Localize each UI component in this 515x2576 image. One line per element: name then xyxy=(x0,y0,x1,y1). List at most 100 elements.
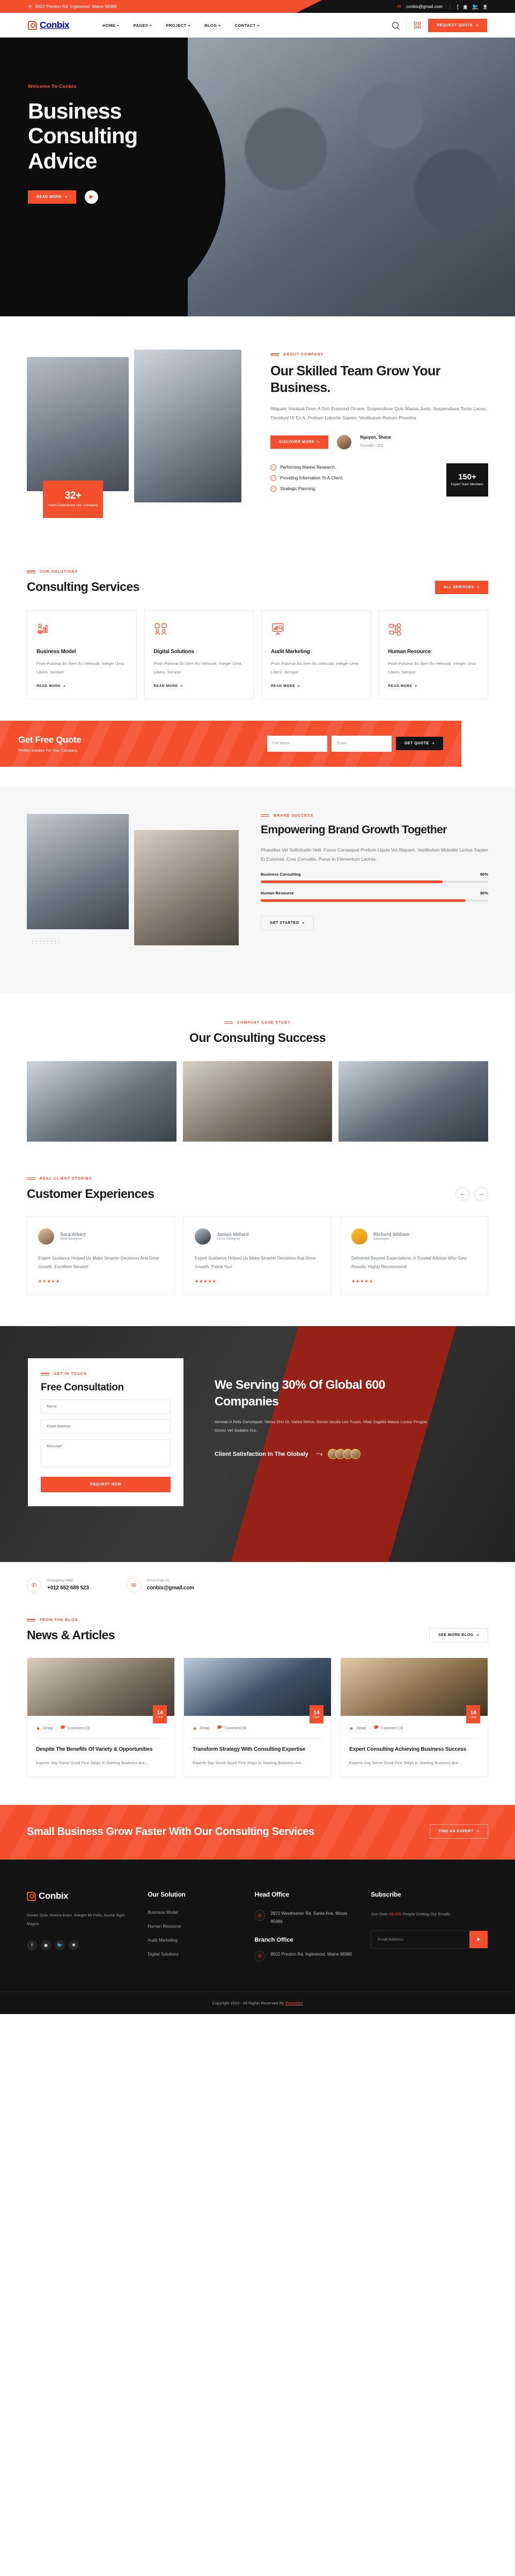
blog-card[interactable]: 14 FEB ☻ Oriwp 🗩 Comment (0) Despite The B… xyxy=(27,1657,175,1777)
footer-link-human-resource[interactable]: Human Resource xyxy=(148,1924,241,1929)
about-check-list: ✓ Performing Market Research. ✓ Providing … xyxy=(270,464,343,497)
footer-link-digital-solutions[interactable]: Digital Solutions xyxy=(148,1952,241,1957)
hero-photo xyxy=(188,38,515,316)
blog-post-title[interactable]: Expert Consulting Achieving Business Suc… xyxy=(349,1745,479,1754)
about-section: 32+ Years Experience Our Company ABOUT C… xyxy=(27,316,488,551)
nav-item-home[interactable]: HOME + xyxy=(102,23,119,28)
blog-post-title[interactable]: Transform Strategy With Consulting Exper… xyxy=(193,1745,322,1754)
get-started-button[interactable]: GET STARTED » xyxy=(261,915,314,930)
instagram-icon[interactable]: ◉ xyxy=(41,1940,51,1950)
blog-post-title[interactable]: Despite The Benefits Of Variety & Opport… xyxy=(36,1745,166,1754)
chart-board-icon xyxy=(272,623,284,635)
skill-header: Human Resource 90% xyxy=(261,891,488,895)
nav-item-blog[interactable]: BLOG + xyxy=(204,23,221,28)
topbar-email-text[interactable]: conbix@gmail.com xyxy=(406,4,443,9)
facebook-icon[interactable]: f xyxy=(27,1940,37,1950)
blog-author-name: Oriwp xyxy=(356,1726,366,1730)
service-card[interactable]: Audit Marketing Proin Pulvinar Eu Sem Eu… xyxy=(261,610,371,699)
footer-link-audit-marketing[interactable]: Audit Marketing xyxy=(148,1938,241,1943)
discover-more-button[interactable]: DISCOVER MORE » xyxy=(270,435,329,449)
footer-link-business-model[interactable]: Business Model xyxy=(148,1910,241,1915)
envelope-icon: ✉ xyxy=(126,1578,141,1593)
site-logo[interactable]: Conbix xyxy=(28,20,70,31)
dribbble-icon[interactable]: ✾ xyxy=(69,1940,79,1950)
dribbble-icon[interactable]: ✾ xyxy=(483,4,487,9)
find-an-expert-button[interactable]: FIND AN EXPERT » xyxy=(429,1824,488,1839)
service-read-more[interactable]: READ MORE» xyxy=(154,684,245,688)
avatar xyxy=(351,1228,367,1245)
blog-day: 14 xyxy=(313,1709,320,1716)
request-now-button[interactable]: REQUEST NOW xyxy=(41,1477,171,1493)
founder-info: Nguyen, Shane Founder CEO xyxy=(360,435,391,449)
testimonials-eyebrow-text: REAL CLIENT STORIES xyxy=(40,1176,92,1181)
case-item[interactable] xyxy=(339,1061,488,1142)
instagram-icon[interactable]: ◉ xyxy=(463,4,467,9)
consultation-message-input[interactable] xyxy=(41,1439,171,1468)
blog-card[interactable]: 14 FEB ☻ Oriwp 🗩 Comment (0) Expert Consul… xyxy=(340,1657,488,1777)
carousel-prev-button[interactable]: ← xyxy=(455,1187,469,1201)
footer-solutions-title: Our Solution xyxy=(148,1891,186,1899)
quote-fullname-input[interactable] xyxy=(267,735,327,752)
blog-comments: 🗩 Comment (0) xyxy=(374,1724,403,1732)
service-text: Proin Pulvinar Eu Sem Eu Vehicula. Integ… xyxy=(153,661,241,675)
service-read-more[interactable]: READ MORE» xyxy=(271,684,362,688)
search-icon[interactable] xyxy=(392,22,399,28)
email-value[interactable]: conbix@gmail.com xyxy=(147,1585,194,1591)
blog-meta: ☻ Oriwp 🗩 Comment (0) xyxy=(193,1724,322,1739)
twitter-icon[interactable]: 🐦 xyxy=(55,1940,65,1950)
quote-email-input[interactable] xyxy=(331,735,392,752)
carousel-arrows: ← → xyxy=(455,1187,488,1201)
service-card[interactable]: Digital Solutions Proin Pulvinar Eu Sem … xyxy=(144,610,254,699)
quote-title: Get Free Quote xyxy=(18,734,82,745)
service-card[interactable]: Business Model Proin Pulvinar Eu Sem Eu … xyxy=(27,610,137,699)
subscribe-email-input[interactable] xyxy=(371,1930,469,1948)
nav-item-contact[interactable]: CONTACT + xyxy=(235,23,260,28)
experience-label: Years Experience Our Company xyxy=(48,504,98,508)
request-quote-button[interactable]: REQUEST QUOTE » xyxy=(428,18,487,32)
request-quote-label: REQUEST QUOTE xyxy=(437,23,473,27)
blog-author-name: Oriwp xyxy=(200,1726,210,1730)
nav-item-pages[interactable]: PAGES + xyxy=(134,23,152,28)
service-title: Digital Solutions xyxy=(153,649,195,655)
service-read-more[interactable]: READ MORE» xyxy=(388,684,479,688)
consultation-right-title: We Serving 30% Of Global 600 Companies xyxy=(215,1378,385,1408)
footer-offices-column: Head Office ⦿ 2972 Westheimer Rd. Santa … xyxy=(254,1891,358,1966)
footer-branch-office-title: Branch Office xyxy=(254,1936,293,1943)
blog-author-name: Oriwp xyxy=(43,1726,53,1730)
case-item[interactable] xyxy=(27,1061,176,1142)
play-video-button[interactable] xyxy=(84,190,98,204)
footer-logo-text: Conbix xyxy=(39,1891,69,1901)
chevron-right-icon: » xyxy=(318,440,320,444)
consultation-email-input[interactable] xyxy=(41,1419,171,1434)
testimonial-role: Developer xyxy=(373,1237,389,1241)
get-quote-button[interactable]: GET QUOTE » xyxy=(395,737,443,750)
see-more-blog-button[interactable]: SEE MORE BLOG » xyxy=(429,1628,488,1643)
grid-menu-icon[interactable] xyxy=(414,22,421,28)
carousel-next-button[interactable]: → xyxy=(474,1187,488,1201)
case-item[interactable] xyxy=(182,1061,333,1142)
chevron-right-icon: » xyxy=(63,684,66,688)
nav-item-project[interactable]: PROJECT + xyxy=(166,23,191,28)
check-icon: ✓ xyxy=(270,464,276,470)
all-services-button[interactable]: ALL SERVICES » xyxy=(435,581,488,594)
blog-day: 14 xyxy=(470,1709,476,1716)
avatar xyxy=(195,1228,211,1245)
blog-excerpt: Experts Say Some Good First Steps In Sta… xyxy=(349,1760,461,1765)
service-card[interactable]: Human Resource Proin Pulvinar Eu Sem Eu … xyxy=(378,610,488,699)
case-study-section: COMPANY CASE STUDY Our Consulting Succes… xyxy=(27,993,488,1166)
service-read-more[interactable]: READ MORE» xyxy=(36,684,127,688)
check-label: Performing Market Research. xyxy=(280,464,336,470)
about-image-2 xyxy=(134,350,241,502)
footer-logo[interactable]: Conbix xyxy=(27,1891,135,1901)
subscribe-submit-button[interactable]: ➤ xyxy=(469,1930,488,1948)
quote-banner: Get Free Quote Perfect Solution For Your… xyxy=(0,720,461,767)
blog-card[interactable]: 14 FEB ☻ Oriwp 🗩 Comment (0) Transform Str… xyxy=(183,1657,332,1777)
hero-read-more-button[interactable]: READ MORE » xyxy=(28,190,76,204)
case-grid xyxy=(27,1061,488,1142)
copyright-link[interactable]: ThemeOri xyxy=(285,2001,303,2005)
facebook-icon[interactable]: f xyxy=(457,4,459,9)
twitter-icon[interactable]: 🐦 xyxy=(472,4,478,9)
phone-value[interactable]: +012 652 689 523 xyxy=(47,1585,89,1591)
consultation-name-input[interactable] xyxy=(41,1400,171,1414)
list-item: ✓ Strategic Planning. xyxy=(270,485,343,492)
